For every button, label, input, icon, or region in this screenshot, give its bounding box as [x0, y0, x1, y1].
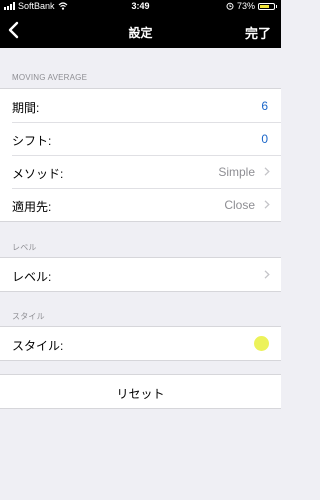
method-label: メソッド: — [12, 167, 64, 181]
shift-row[interactable]: シフト: 0 — [0, 122, 281, 155]
apply-to-row[interactable]: 適用先: Close — [0, 188, 281, 221]
level-label: レベル: — [12, 270, 52, 284]
style-row[interactable]: スタイル: — [0, 327, 281, 360]
apply-to-value: Close — [224, 198, 255, 212]
style-group: スタイル: — [0, 326, 281, 361]
reset-group: リセット — [0, 374, 281, 409]
method-value: Simple — [218, 165, 255, 179]
battery-icon — [258, 2, 275, 10]
battery-percent: 73% — [236, 1, 255, 11]
navigation-bar: 設定 完了 — [0, 14, 281, 48]
apply-to-label: 適用先: — [12, 200, 52, 214]
page-title: 設定 — [128, 26, 153, 40]
section-header-moving-average: MOVING AVERAGE — [12, 73, 88, 82]
period-label: 期間: — [12, 101, 40, 115]
period-value[interactable]: 6 — [261, 99, 268, 113]
reset-label: リセット — [116, 387, 165, 401]
section-header-style: スタイル — [12, 312, 45, 321]
chevron-right-icon — [264, 167, 270, 176]
method-row[interactable]: メソッド: Simple — [0, 155, 281, 188]
section-header-level: レベル — [12, 243, 37, 252]
shift-value[interactable]: 0 — [261, 132, 268, 146]
alarm-icon — [226, 2, 234, 10]
chevron-right-icon — [264, 200, 270, 209]
level-row[interactable]: レベル: — [0, 258, 281, 291]
chevron-right-icon — [264, 270, 270, 279]
battery-tip — [276, 4, 277, 8]
shift-label: シフト: — [12, 134, 52, 148]
done-button[interactable]: 完了 — [245, 23, 271, 42]
style-label: スタイル: — [12, 339, 64, 353]
level-group: レベル: — [0, 257, 281, 292]
status-right: 73% — [226, 1, 277, 11]
reset-button[interactable]: リセット — [0, 375, 281, 408]
style-color-swatch[interactable] — [254, 336, 269, 351]
status-bar: SoftBank 3:49 73% — [0, 0, 281, 14]
moving-average-group: 期間: 6 シフト: 0 メソッド: Simple 適用先: Close — [0, 88, 281, 222]
period-row[interactable]: 期間: 6 — [0, 89, 281, 122]
